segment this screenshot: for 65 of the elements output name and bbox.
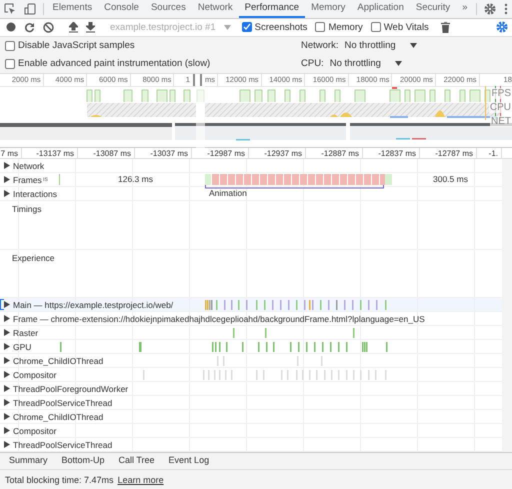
track-label: Network [13, 160, 44, 171]
ruler-label: -1. [488, 148, 498, 158]
ruler-label: -13137 ms [36, 148, 74, 158]
track-label: Timings [12, 203, 42, 214]
track-label: Compositor [13, 426, 56, 436]
checkbox[interactable] [315, 22, 326, 32]
frame-duration: 126.3 ms [118, 174, 153, 184]
throttle-select[interactable]: No throttling [344, 40, 417, 52]
more-tabs-button[interactable]: » [456, 0, 474, 18]
caret-icon [410, 43, 417, 48]
checkbox-label: Web Vitals [384, 22, 429, 33]
track-label: ThreadPoolServiceThread [13, 440, 112, 450]
ruler-label: -13087 ms [93, 148, 131, 158]
checkbox-label: Memory [328, 22, 363, 33]
learn-more-link[interactable]: Learn more [118, 474, 164, 485]
panel-tab[interactable]: Console [98, 0, 145, 18]
lane-label: NET [490, 116, 512, 127]
ruler-label: -12787 ms [435, 148, 473, 158]
checkbox-label: Disable JavaScript samples [18, 40, 135, 52]
ruler-label: 7 ms [0, 148, 18, 158]
ruler-label: -12987 ms [207, 148, 245, 158]
status-text: Total blocking time: 7.47ms [5, 474, 114, 485]
track-label: Compositor [13, 370, 56, 380]
frame-duration: 300.5 ms [433, 174, 468, 184]
throttle-label: CPU: [301, 58, 324, 70]
throttle-select[interactable]: No throttling [330, 58, 402, 70]
range-handle[interactable] [192, 74, 202, 86]
panel-tab[interactable]: Memory [305, 0, 352, 18]
track-label: ThreadPoolForegroundWorker [13, 384, 128, 394]
ruler-label: -12887 ms [321, 148, 359, 158]
ruler-label: -13037 ms [150, 148, 188, 158]
throttle-label: Network: [301, 40, 338, 52]
track-label: Frames [13, 174, 42, 185]
lane-label: FPS [490, 88, 512, 99]
checkbox[interactable] [242, 22, 252, 32]
track-label: Interactions [13, 188, 57, 199]
track-label: GPU [13, 342, 32, 352]
track-label: Chrome_ChildIOThread [13, 412, 104, 422]
track-label: Frame — chrome-extension://hdokiejnpimakedhajhdlcegeplioahd/backgroundFrame.html?lplanguage=en_US [13, 314, 425, 324]
panel-tab[interactable]: Security [410, 0, 456, 18]
panel-tab[interactable]: Application [351, 0, 410, 18]
caret-icon [224, 24, 231, 30]
track-label: Raster [13, 328, 38, 338]
details-tab[interactable]: Summary [2, 453, 55, 470]
details-tab[interactable]: Bottom-Up [54, 453, 112, 470]
checkbox[interactable] [370, 22, 381, 32]
details-tab[interactable]: Call Tree [112, 453, 162, 470]
track-label: Experience [12, 252, 55, 264]
checkbox[interactable] [5, 58, 15, 69]
checkbox[interactable] [5, 40, 15, 51]
lane-label: CPU [488, 102, 512, 113]
checkbox-label: Enable advanced paint instrumentation (slow) [18, 58, 210, 70]
panel-tab[interactable]: Sources [144, 0, 192, 18]
checkbox-label: Screenshots [254, 22, 308, 33]
track-label: ThreadPoolServiceThread [13, 398, 112, 408]
caret-icon [394, 61, 402, 66]
track-label: Main — https://example.testproject.io/web/ [13, 300, 174, 310]
track-label: Chrome_ChildIOThread [13, 356, 104, 366]
panel-tab[interactable]: Elements [46, 0, 98, 18]
panel-tab[interactable]: Performance [238, 0, 306, 18]
animation-label: Animation [209, 188, 247, 198]
panel-tab[interactable]: Network [192, 0, 239, 18]
ruler-label: -12837 ms [378, 148, 416, 158]
ruler-label: -12937 ms [264, 148, 302, 158]
details-tab[interactable]: Event Log [162, 453, 216, 470]
